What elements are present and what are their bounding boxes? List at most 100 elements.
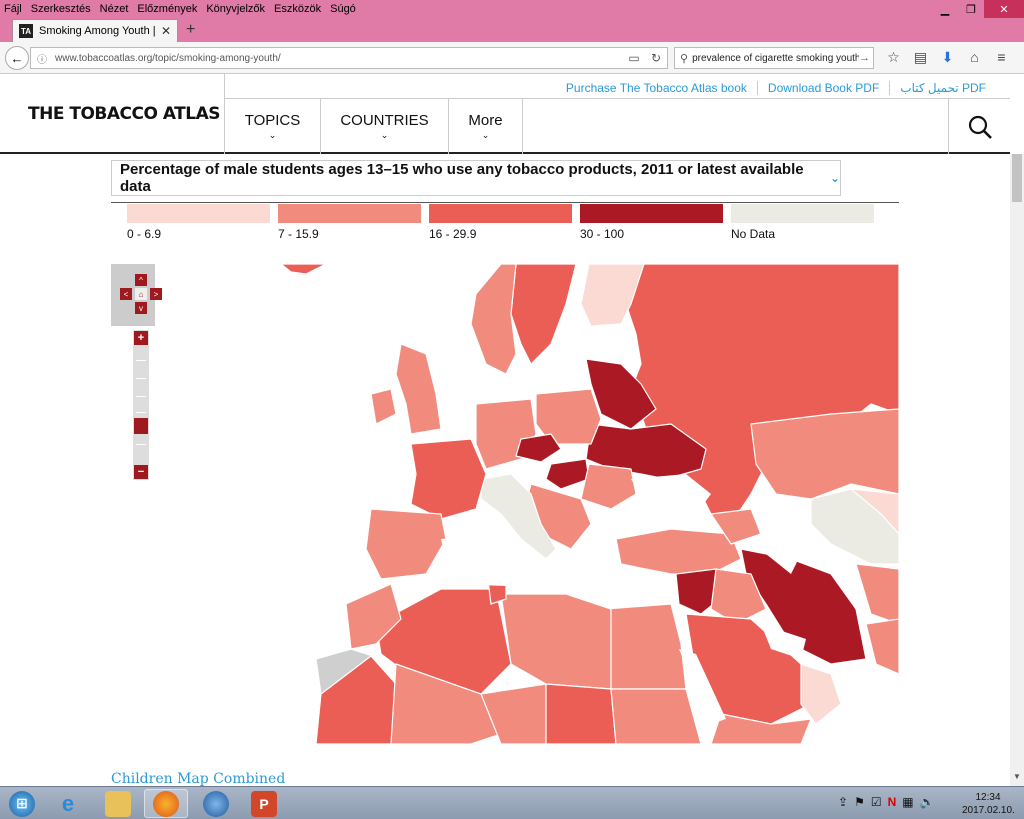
- scroll-down-icon[interactable]: ▼: [1010, 772, 1024, 786]
- legend-swatch: [278, 204, 421, 223]
- country-afghanistan: [855, 563, 899, 625]
- restore-icon[interactable]: ❐: [958, 0, 984, 18]
- zoom-tick: [136, 412, 146, 413]
- address-bar[interactable]: ⓘ www.tobaccoatlas.org/topic/smoking-amo…: [30, 47, 668, 69]
- favicon: TA: [19, 24, 33, 38]
- zoom-slider-handle[interactable]: [134, 418, 148, 434]
- menu-tools[interactable]: Eszközök: [274, 3, 321, 15]
- country-iceland: [280, 264, 327, 275]
- minimize-icon[interactable]: ▁: [932, 0, 958, 18]
- reload-icon[interactable]: ↻: [645, 51, 667, 65]
- download-arrow-icon[interactable]: ⬇: [934, 49, 961, 66]
- country-oman: [800, 663, 842, 725]
- menu-list: Fájl Szerkesztés Nézet Előzmények Könyvj…: [0, 3, 365, 15]
- nav-countries-label: COUNTRIES: [340, 112, 429, 129]
- taskbar-firefox[interactable]: [144, 789, 188, 818]
- home-icon[interactable]: ⌂: [961, 49, 988, 66]
- legend-swatch: [580, 204, 723, 223]
- url-text: www.tobaccoatlas.org/topic/smoking-among…: [55, 52, 281, 64]
- tray-network-icon[interactable]: ▦: [902, 795, 913, 809]
- page-scrollbar[interactable]: ▲ ▼: [1010, 154, 1024, 786]
- hamburger-menu-icon[interactable]: ≡: [988, 49, 1015, 66]
- legend-item: 7 - 15.9: [278, 204, 429, 241]
- legend-item: 30 - 100: [580, 204, 731, 241]
- pan-right-button[interactable]: >: [150, 288, 162, 300]
- nav-more[interactable]: More ⌄: [448, 99, 523, 154]
- legend-label: 0 - 6.9: [127, 227, 162, 241]
- taskbar-clock[interactable]: 12:34 2017.02.10.: [962, 791, 1015, 817]
- chevron-down-icon: ⌄: [380, 130, 389, 140]
- country-romania: [580, 463, 637, 510]
- search-bar[interactable]: ⚲ prevalence of cigarette smoking youth …: [674, 47, 874, 69]
- legend-item: 0 - 6.9: [127, 204, 278, 241]
- library-icon[interactable]: ▤: [907, 49, 934, 66]
- taskbar-thunderbird[interactable]: [194, 789, 238, 818]
- menu-help[interactable]: Súgó: [330, 3, 356, 15]
- taskbar-file-explorer[interactable]: [96, 789, 140, 818]
- menu-history[interactable]: Előzmények: [137, 3, 197, 15]
- legend-swatch: [127, 204, 270, 223]
- indicator-dropdown-label: Percentage of male students ages 13–15 w…: [120, 161, 804, 195]
- zoom-tick: [136, 360, 146, 361]
- country-turkey: [615, 528, 742, 575]
- legend-swatch: [731, 204, 874, 223]
- country-libya: [500, 593, 612, 690]
- pan-left-button[interactable]: <: [120, 288, 132, 300]
- menu-edit[interactable]: Szerkesztés: [31, 3, 91, 15]
- folder-icon: [105, 790, 131, 817]
- zoom-slider-track[interactable]: [133, 330, 149, 480]
- search-input[interactable]: prevalence of cigarette smoking youth: [692, 53, 859, 64]
- back-arrow-icon[interactable]: ←: [5, 46, 29, 70]
- browser-tab[interactable]: TA Smoking Among Youth | ... ✕: [12, 19, 178, 42]
- taskbar-powerpoint[interactable]: P: [242, 789, 286, 818]
- search-go-arrow-icon[interactable]: →: [859, 52, 873, 64]
- windows-taskbar: ⊞ e P ⇪ ⚑ ☑ N ▦ 🔈 12:34 2017.02.10.: [0, 786, 1024, 819]
- taskbar-internet-explorer[interactable]: e: [46, 789, 90, 818]
- tray-network-share-icon[interactable]: ⇪: [838, 795, 848, 809]
- download-pdf-link[interactable]: Download Book PDF: [756, 81, 889, 95]
- bookmark-star-icon[interactable]: ☆: [880, 49, 907, 66]
- choropleth-map[interactable]: [111, 264, 899, 744]
- tray-checkbox-icon[interactable]: ☑: [871, 795, 882, 809]
- tray-flag-icon[interactable]: ⚑: [854, 795, 865, 809]
- country-hungary: [545, 458, 590, 490]
- site-header: THE TOBACCO ATLAS Purchase The Tobacco A…: [0, 74, 1010, 154]
- zoom-tick: [136, 378, 146, 379]
- pan-down-button[interactable]: v: [135, 302, 147, 314]
- menu-bookmarks[interactable]: Könyvjelzők: [206, 3, 265, 15]
- browser-menu-bar: Fájl Szerkesztés Nézet Előzmények Könyvj…: [0, 0, 1024, 18]
- arabic-pdf-link[interactable]: تحميل كتاب PDF: [889, 81, 996, 95]
- country-spain: [365, 508, 447, 580]
- country-czech: [515, 433, 562, 463]
- purchase-book-link[interactable]: Purchase The Tobacco Atlas book: [556, 81, 757, 95]
- start-button[interactable]: ⊞: [0, 789, 44, 818]
- info-icon[interactable]: ⓘ: [37, 51, 47, 66]
- pan-up-button[interactable]: ^: [135, 274, 147, 286]
- close-window-icon[interactable]: ✕: [984, 0, 1024, 18]
- zoom-out-button[interactable]: −: [134, 465, 148, 479]
- nav-countries[interactable]: COUNTRIES ⌄: [320, 99, 448, 154]
- children-map-link[interactable]: Children Map Combined: [111, 771, 285, 787]
- new-tab-icon[interactable]: +: [186, 21, 195, 39]
- menu-view[interactable]: Nézet: [100, 3, 129, 15]
- country-kazakhstan: [750, 408, 899, 500]
- map-svg[interactable]: [111, 264, 899, 744]
- firefox-icon: [153, 790, 179, 817]
- reader-view-icon[interactable]: ▭: [623, 51, 645, 65]
- pan-home-button[interactable]: ⌂: [135, 288, 147, 300]
- scrollbar-thumb[interactable]: [1012, 154, 1022, 202]
- close-tab-icon[interactable]: ✕: [161, 24, 171, 38]
- windows-start-icon: ⊞: [9, 790, 35, 817]
- search-icon: [968, 115, 992, 139]
- main-nav: TOPICS ⌄ COUNTRIES ⌄ More ⌄: [224, 99, 523, 154]
- map-legend: 0 - 6.9 7 - 15.9 16 - 29.9 30 - 100 No D…: [127, 204, 882, 241]
- tray-app-n-icon[interactable]: N: [888, 795, 897, 809]
- nav-topics[interactable]: TOPICS ⌄: [224, 99, 320, 154]
- zoom-in-button[interactable]: +: [134, 331, 148, 345]
- tray-volume-icon[interactable]: 🔈: [920, 795, 935, 809]
- menu-file[interactable]: Fájl: [4, 3, 22, 15]
- thunderbird-icon: [203, 790, 229, 817]
- site-search-button[interactable]: [948, 99, 1010, 154]
- site-logo[interactable]: THE TOBACCO ATLAS: [28, 104, 221, 124]
- indicator-dropdown[interactable]: Percentage of male students ages 13–15 w…: [111, 160, 841, 196]
